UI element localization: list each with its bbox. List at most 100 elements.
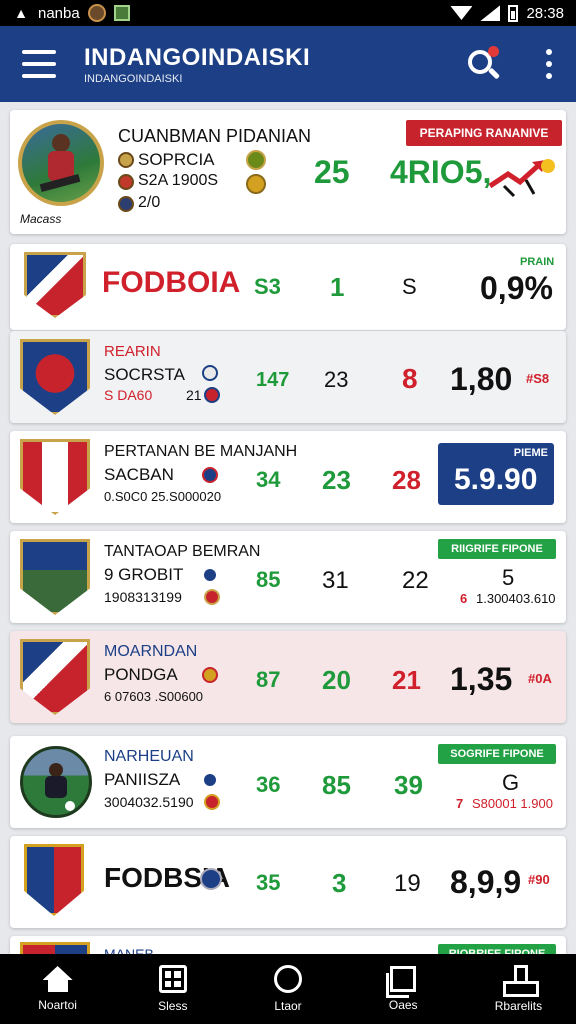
row-stat-3: 22 bbox=[402, 567, 429, 594]
row-extra: #90 bbox=[528, 872, 550, 887]
row-label: PRAIN bbox=[520, 256, 555, 268]
match-row[interactable]: NARHEUAN PANIISZA 3004032.5190 36 85 39 … bbox=[10, 736, 566, 828]
row-line2: 0.S0C0 25.S000020 bbox=[104, 489, 222, 504]
row-stat-2: 3 bbox=[332, 868, 347, 898]
team-icon bbox=[204, 589, 220, 605]
row-stat-1: 36 bbox=[256, 772, 281, 797]
row-stat-1: 35 bbox=[256, 870, 281, 895]
row-tag: RIIGRIFE FIPONE bbox=[438, 539, 556, 559]
team-icon bbox=[204, 387, 220, 403]
club-crest-icon bbox=[24, 844, 84, 916]
status-time: 28:38 bbox=[526, 4, 564, 22]
match-row[interactable]: MOARNDAN PONDGA 6 07603 .S00600 87 20 21… bbox=[10, 631, 566, 723]
row-stat-2: 1 bbox=[330, 272, 345, 302]
row-stat-1: S3 bbox=[254, 274, 281, 299]
notification-icon bbox=[87, 4, 106, 22]
row-sub: S80001 1.900 bbox=[472, 796, 553, 811]
nav-item-square[interactable]: Oaes bbox=[346, 954, 461, 1024]
row-stat-2: 23 bbox=[322, 465, 351, 495]
row-stat-3: 19 bbox=[394, 870, 421, 897]
match-list: Macass CUANBMAN PIDANIAN SOPRCIA S2A 190… bbox=[0, 102, 576, 954]
row-tag: RIOBRIFE FIPONE bbox=[438, 944, 556, 954]
row-value: 5 bbox=[502, 565, 515, 590]
row-line1: 9 GROBIT bbox=[104, 565, 184, 584]
match-row[interactable]: TANTAOAP BEMRAN 9 GROBIT 1908313199 85 3… bbox=[10, 531, 566, 623]
row-name: MOARNDAN bbox=[104, 643, 198, 660]
featured-line3: 2/0 bbox=[138, 194, 161, 211]
row-tag: SOGRIFE FIPONE bbox=[438, 744, 556, 764]
row-value: 0,9% bbox=[480, 270, 553, 306]
nav-label: Noartoi bbox=[38, 998, 77, 1012]
row-name: PERTANAN BE MANJANH bbox=[104, 443, 298, 460]
row-stat-3: 8 bbox=[402, 363, 418, 394]
nav-item-grid[interactable]: Sless bbox=[115, 954, 230, 1024]
person-icon bbox=[503, 965, 540, 997]
match-row[interactable]: FODBOIA S3 1 S PRAIN 0,9% bbox=[10, 244, 566, 330]
row-stat-2: 31 bbox=[322, 567, 349, 594]
featured-card[interactable]: Macass CUANBMAN PIDANIAN SOPRCIA S2A 190… bbox=[10, 110, 566, 234]
nav-label: Sless bbox=[158, 999, 188, 1013]
featured-caption: Macass bbox=[20, 212, 62, 226]
more-options-icon[interactable] bbox=[544, 49, 554, 79]
notification-icon-2 bbox=[113, 5, 130, 21]
nav-item-home[interactable]: Noartoi bbox=[0, 954, 115, 1024]
nav-label: Rbarelits bbox=[494, 999, 543, 1013]
search-icon[interactable] bbox=[464, 44, 504, 84]
team-icon bbox=[118, 196, 134, 212]
odds-box-label: PIEME bbox=[513, 447, 548, 459]
match-row[interactable]: PERTANAN BE MANJANH SACBAN 0.S0C0 25.S00… bbox=[10, 431, 566, 523]
signal-icon bbox=[480, 5, 501, 21]
match-row[interactable]: REARIN SOCRSTA S DA60 21 147 23 8 1,80 #… bbox=[10, 331, 566, 423]
app-subtitle: INDANGOINDAISKI bbox=[84, 72, 183, 85]
featured-score: 25 bbox=[314, 154, 350, 190]
notification-dot bbox=[488, 46, 499, 57]
odds-box[interactable]: PIEME 5.9.90 bbox=[438, 443, 554, 505]
team-icon bbox=[202, 567, 218, 583]
club-crest-icon bbox=[20, 639, 90, 715]
player-avatar bbox=[20, 746, 92, 818]
nav-label: Oaes bbox=[388, 998, 418, 1012]
row-line1: SOCRSTA bbox=[104, 365, 185, 384]
nav-item-profile[interactable]: Rbarelits bbox=[461, 954, 576, 1024]
team-icon bbox=[200, 868, 222, 890]
row-line1: PANIISZA bbox=[104, 770, 181, 789]
home-icon bbox=[43, 966, 73, 992]
team-icon bbox=[118, 174, 134, 190]
club-crest-icon bbox=[20, 539, 90, 615]
app-bar: INDANGOINDAISKI INDANGOINDAISKI bbox=[0, 26, 576, 102]
player-avatar bbox=[18, 120, 104, 206]
nav-item-circle[interactable]: Ltaor bbox=[230, 954, 345, 1024]
team-icon bbox=[202, 365, 218, 381]
row-name: REARIN bbox=[104, 343, 161, 360]
row-line2: S DA60 bbox=[104, 387, 153, 403]
square-icon bbox=[386, 966, 417, 998]
featured-line1: SOPRCIA bbox=[138, 150, 215, 169]
grid-icon bbox=[158, 965, 187, 993]
match-row[interactable]: MANEB RIOBRIFE FIPONE bbox=[10, 936, 566, 954]
row-stat-3: S bbox=[402, 274, 417, 299]
club-crest-icon bbox=[20, 942, 90, 954]
row-value: G bbox=[502, 770, 520, 795]
match-row[interactable]: FODBSIA 35 3 19 8,9,9 #90 bbox=[10, 836, 566, 928]
app-titles: INDANGOINDAISKI INDANGOINDAISKI bbox=[84, 44, 464, 85]
status-app-name: nanba bbox=[38, 4, 80, 22]
trophy-icon bbox=[246, 150, 266, 170]
row-aux: 21 bbox=[186, 387, 202, 403]
featured-line2: S2A 1900S bbox=[138, 172, 219, 189]
team-icon bbox=[202, 667, 218, 683]
row-stat-1: 147 bbox=[256, 369, 290, 391]
row-stat-1: 85 bbox=[256, 567, 281, 592]
bottom-nav: Noartoi Sless Ltaor Oaes Rbarelits bbox=[0, 954, 576, 1024]
status-bar: ▲ nanba 28:38 bbox=[0, 0, 576, 26]
row-line2: 6 07603 .S00600 bbox=[104, 689, 204, 704]
row-name: NARHEUAN bbox=[104, 748, 194, 765]
row-extra: #S8 bbox=[526, 371, 550, 386]
menu-icon[interactable] bbox=[22, 50, 56, 78]
row-line1: SACBAN bbox=[104, 465, 174, 484]
odds-box-value: 5.9.90 bbox=[454, 463, 538, 496]
app-title: INDANGOINDAISKI bbox=[84, 43, 311, 71]
club-crest-icon bbox=[20, 339, 90, 415]
circle-icon bbox=[274, 965, 302, 993]
coin-icon bbox=[246, 174, 266, 194]
row-sub-prefix: 6 bbox=[460, 591, 468, 606]
